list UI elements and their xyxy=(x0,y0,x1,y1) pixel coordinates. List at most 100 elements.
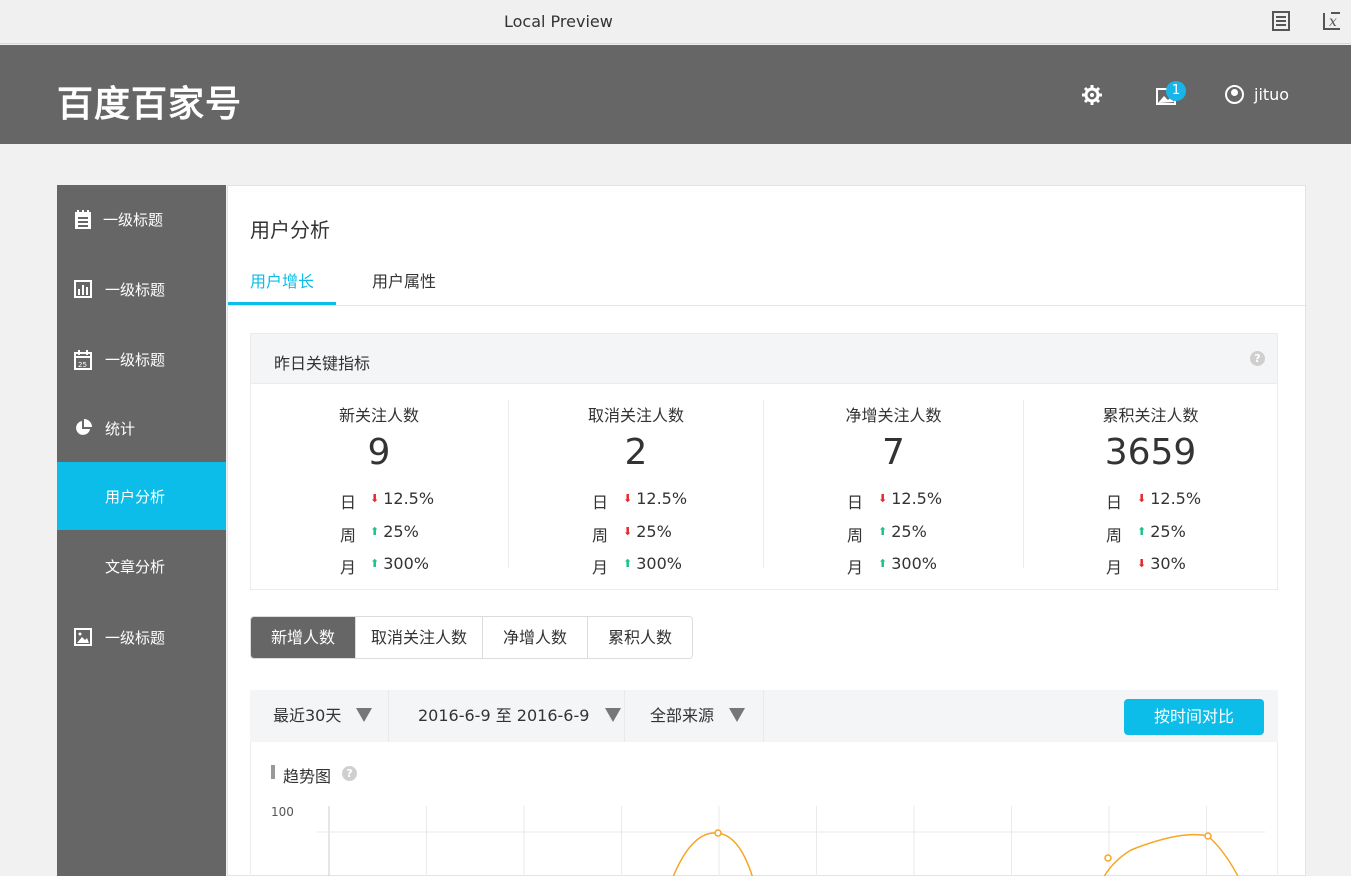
metric-new-followers: 新关注人数 9 日 ⬇ 12.5% 周 ⬆ 25% 月 ⬆ 300% xyxy=(251,384,507,589)
sidebar-item-user-analysis[interactable]: 用户分析 xyxy=(57,462,226,530)
sidebar-item-3[interactable]: 25 一级标题 xyxy=(57,325,226,393)
row-key: 日 xyxy=(1106,493,1123,512)
sidebar-item-label: 一级标题 xyxy=(105,628,166,647)
row-value: ⬇ 25% xyxy=(623,522,672,541)
sidebar-item-article-analysis[interactable]: 文章分析 xyxy=(57,532,226,600)
series-line xyxy=(672,832,753,876)
arrow-up-icon: ⬆ xyxy=(878,557,888,570)
sidebar-item-2[interactable]: 一级标题 xyxy=(57,255,226,323)
arrow-up-icon: ⬆ xyxy=(1137,525,1147,538)
document-icon[interactable] xyxy=(1271,11,1291,33)
row-key: 周 xyxy=(340,526,357,545)
tab-bar: 用户增长 用户属性 xyxy=(228,266,1307,306)
metric-value: 9 xyxy=(367,432,391,473)
row-value: ⬇ 12.5% xyxy=(370,489,435,508)
bar-chart-icon xyxy=(74,280,92,298)
caret-down-icon xyxy=(729,708,746,722)
page-title: 用户分析 xyxy=(250,218,330,242)
arrow-up-icon: ⬆ xyxy=(370,557,380,570)
metric-name: 累积关注人数 xyxy=(1102,406,1199,425)
row-value: ⬇ 12.5% xyxy=(1137,489,1202,508)
sidebar-item-label: 一级标题 xyxy=(103,210,164,229)
sidebar-item-label: 一级标题 xyxy=(105,350,166,369)
arrow-down-icon: ⬇ xyxy=(370,492,380,505)
trend-line-chart: 100 xyxy=(271,805,1265,876)
sidebar-item-1[interactable]: 一级标题 xyxy=(57,185,226,253)
data-point xyxy=(1204,832,1212,840)
source-dropdown[interactable]: 全部来源 xyxy=(625,690,764,742)
range-value: 最近30天 xyxy=(273,706,342,725)
arrow-down-icon: ⬇ xyxy=(878,492,888,505)
row-key: 周 xyxy=(847,526,864,545)
metric-net-followers: 净增关注人数 7 日 ⬇ 12.5% 周 ⬆ 25% 月 ⬆ 300% xyxy=(764,384,1023,589)
compare-by-time-button[interactable]: 按时间对比 xyxy=(1124,699,1264,735)
tab-user-attributes[interactable]: 用户属性 xyxy=(352,266,456,305)
metric-unfollowers: 取消关注人数 2 日 ⬇ 12.5% 周 ⬇ 25% 月 ⬆ 300% xyxy=(509,384,763,589)
date-range-value: 2016-6-9 至 2016-6-9 xyxy=(418,706,590,725)
user-avatar-icon xyxy=(1225,85,1244,104)
row-key: 日 xyxy=(847,493,864,512)
image-icon xyxy=(74,628,92,646)
date-range-dropdown[interactable]: 2016-6-9 至 2016-6-9 xyxy=(389,690,625,742)
trend-chart: 趋势图 ? 100 xyxy=(250,742,1278,876)
window-title: Local Preview xyxy=(504,12,613,31)
row-key: 日 xyxy=(340,493,357,512)
segment-net[interactable]: 净增人数 xyxy=(483,617,588,658)
segment-total[interactable]: 累积人数 xyxy=(588,617,692,658)
metric-name: 取消关注人数 xyxy=(587,406,684,425)
segment-new[interactable]: 新增人数 xyxy=(251,617,356,658)
caret-down-icon xyxy=(356,708,373,722)
key-metrics-header: 昨日关键指标 ? xyxy=(251,334,1277,384)
help-icon[interactable]: ? xyxy=(1250,351,1265,366)
sidebar-item-label: 文章分析 xyxy=(105,557,166,576)
calendar-icon: 25 xyxy=(74,350,92,370)
sidebar-item-label: 一级标题 xyxy=(105,280,166,299)
settings-gear-icon[interactable] xyxy=(1082,85,1102,109)
username: jituo xyxy=(1254,85,1290,104)
segment-unfollow[interactable]: 取消关注人数 xyxy=(356,617,483,658)
source-value: 全部来源 xyxy=(650,706,715,725)
sidebar: 一级标题 一级标题 25 一级标题 统计 用户分析 文章分析 一级标题 xyxy=(57,185,226,876)
sidebar-item-label: 用户分析 xyxy=(105,487,166,506)
sidebar-item-statistics[interactable]: 统计 xyxy=(57,394,226,462)
data-point xyxy=(1104,854,1112,862)
row-key: 周 xyxy=(1106,526,1123,545)
row-value: ⬆ 300% xyxy=(878,554,937,573)
row-key: 月 xyxy=(592,558,609,577)
arrow-down-icon: ⬇ xyxy=(623,492,633,505)
y-tick-label: 100 xyxy=(271,805,294,819)
row-key: 日 xyxy=(592,493,609,512)
metric-segmented-control: 新增人数 取消关注人数 净增人数 累积人数 xyxy=(250,616,693,659)
metric-value: 2 xyxy=(624,432,648,473)
metric-value: 7 xyxy=(882,432,905,473)
row-value: ⬆ 300% xyxy=(623,554,682,573)
logo[interactable]: 百度百家号 xyxy=(57,75,242,127)
arrow-down-icon: ⬇ xyxy=(1137,557,1147,570)
range-dropdown[interactable]: 最近30天 xyxy=(250,690,389,742)
user-menu[interactable]: jituo xyxy=(1225,85,1289,104)
metric-name: 新关注人数 xyxy=(338,406,419,425)
svg-text:x: x xyxy=(1329,14,1337,30)
app-header: 百度百家号 1 jituo xyxy=(0,45,1351,144)
notification-badge: 1 xyxy=(1166,81,1186,101)
row-value: ⬇ 12.5% xyxy=(878,489,943,508)
key-metrics-card: 昨日关键指标 ? 新关注人数 9 日 ⬇ 12.5% 周 ⬆ 25% 月 ⬆ 300% 取消… xyxy=(250,333,1278,590)
row-value: ⬇ 12.5% xyxy=(623,489,688,508)
arrow-up-icon: ⬆ xyxy=(878,525,888,538)
row-key: 周 xyxy=(592,526,609,545)
filter-bar: 最近30天 2016-6-9 至 2016-6-9 全部来源 按时间对比 xyxy=(250,690,1278,742)
main-panel: 用户分析 用户增长 用户属性 昨日关键指标 ? 新关注人数 9 日 ⬇ 12.5% … xyxy=(227,185,1307,876)
close-x-icon[interactable]: x xyxy=(1322,11,1342,33)
row-key: 月 xyxy=(847,558,864,577)
row-value: ⬆ 300% xyxy=(370,554,429,573)
row-key: 月 xyxy=(1106,558,1123,577)
sidebar-item-7[interactable]: 一级标题 xyxy=(57,603,226,671)
tab-user-growth[interactable]: 用户增长 xyxy=(228,266,336,305)
pie-chart-icon xyxy=(74,419,92,437)
data-point xyxy=(714,829,722,837)
caret-down-icon xyxy=(604,708,621,722)
sidebar-item-label: 统计 xyxy=(105,419,136,438)
key-metrics-title: 昨日关键指标 xyxy=(274,354,371,373)
series-line xyxy=(1103,833,1239,876)
arrow-up-icon: ⬆ xyxy=(623,557,633,570)
